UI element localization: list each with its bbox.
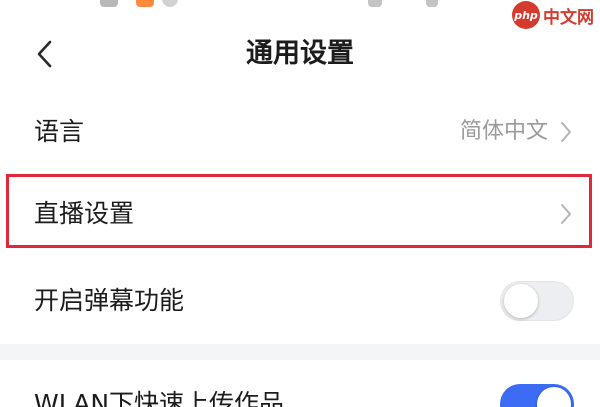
setting-value: 简体中文 xyxy=(459,119,548,144)
section-divider xyxy=(0,344,600,360)
chevron-right-icon xyxy=(561,204,571,224)
setting-row-live-settings[interactable]: 直播设置 xyxy=(0,172,600,250)
setting-label: WLAN下快速上传作品 xyxy=(34,389,285,407)
danmaku-toggle[interactable] xyxy=(500,281,574,321)
setting-label: 语言 xyxy=(34,117,85,146)
status-signal-icon xyxy=(368,0,382,7)
setting-label: 直播设置 xyxy=(34,199,135,228)
status-app-icon xyxy=(100,0,118,7)
wlan-upload-toggle[interactable] xyxy=(500,384,574,407)
toggle-knob xyxy=(504,284,538,318)
setting-row-language[interactable]: 语言 简体中文 xyxy=(0,92,600,172)
status-notification-icon xyxy=(136,0,154,7)
page-title: 通用设置 xyxy=(246,38,354,69)
status-circle-icon xyxy=(162,0,178,7)
status-bar xyxy=(0,0,600,20)
setting-row-wlan-upload: WLAN下快速上传作品 xyxy=(0,360,600,407)
setting-label: 开启弹幕功能 xyxy=(34,286,185,315)
chevron-right-icon xyxy=(561,122,571,142)
status-battery-icon xyxy=(426,0,438,7)
toggle-knob xyxy=(537,387,571,407)
setting-row-danmaku: 开启弹幕功能 xyxy=(0,258,600,344)
header: 通用设置 xyxy=(0,18,600,88)
